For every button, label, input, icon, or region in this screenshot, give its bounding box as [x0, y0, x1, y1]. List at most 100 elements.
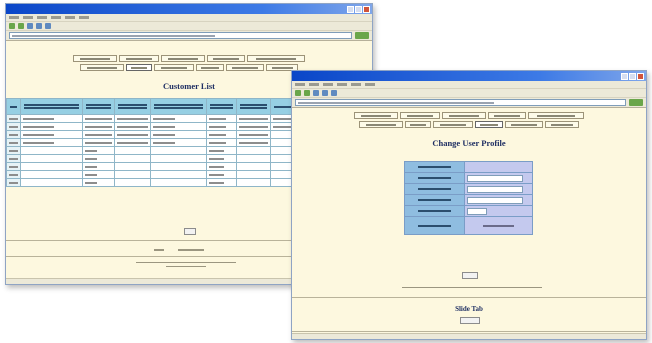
nav-button[interactable] — [488, 112, 526, 119]
form-label — [404, 216, 465, 235]
column-header — [20, 98, 83, 115]
column-header — [236, 98, 271, 115]
form-row — [404, 161, 533, 173]
go-icon[interactable] — [355, 32, 369, 39]
form-row — [404, 205, 533, 217]
nav-button[interactable] — [528, 112, 584, 119]
nav-button[interactable] — [226, 64, 264, 71]
window-titlebar — [292, 71, 646, 81]
window-minimize-icon[interactable] — [347, 5, 354, 13]
nav-button[interactable] — [196, 64, 224, 71]
nav-button[interactable] — [154, 64, 194, 71]
form-label — [404, 161, 465, 173]
form-label — [404, 183, 465, 195]
column-header — [82, 98, 115, 115]
text-field[interactable] — [467, 185, 523, 193]
page-content: Change User Profile Slide Tab — [292, 109, 646, 339]
dropdown-field[interactable] — [467, 207, 487, 215]
menu-item[interactable] — [51, 16, 61, 19]
menu-item[interactable] — [23, 16, 33, 19]
menu-bar — [6, 14, 372, 22]
nav-button[interactable] — [545, 121, 579, 128]
nav-button[interactable] — [400, 112, 440, 119]
nav-row-top — [292, 112, 646, 119]
back-icon[interactable] — [9, 23, 15, 29]
status-bar — [292, 333, 646, 339]
menu-item[interactable] — [309, 83, 319, 86]
profile-form — [404, 161, 533, 235]
form-row — [404, 194, 533, 206]
footer-link[interactable] — [154, 249, 164, 251]
forward-icon[interactable] — [18, 23, 24, 29]
nav-button[interactable] — [433, 121, 473, 128]
toolbar-icon[interactable] — [331, 90, 337, 96]
browser-toolbar — [6, 22, 372, 31]
toolbar-icon[interactable] — [313, 90, 319, 96]
nav-button-active[interactable] — [126, 64, 152, 71]
form-row — [404, 172, 533, 184]
column-header — [114, 98, 151, 115]
window-close-icon[interactable] — [637, 72, 644, 80]
footer-link[interactable] — [178, 249, 204, 251]
toolbar-icon[interactable] — [27, 23, 33, 29]
change-user-profile-window: Change User Profile Slide Tab — [291, 70, 647, 340]
back-icon[interactable] — [295, 90, 301, 96]
form-label — [404, 205, 465, 217]
nav-button[interactable] — [359, 121, 403, 128]
footer-text — [166, 266, 206, 267]
menu-item[interactable] — [323, 83, 333, 86]
menu-item[interactable] — [37, 16, 47, 19]
address-bar — [292, 98, 646, 108]
toolbar-icon[interactable] — [322, 90, 328, 96]
section-button[interactable] — [460, 317, 480, 324]
form-value — [464, 161, 533, 173]
nav-button[interactable] — [442, 112, 486, 119]
nav-button[interactable] — [73, 55, 117, 62]
url-input[interactable] — [9, 32, 352, 39]
go-icon[interactable] — [629, 99, 643, 106]
menu-item[interactable] — [295, 83, 305, 86]
window-titlebar — [6, 4, 372, 14]
nav-button[interactable] — [247, 55, 305, 62]
form-label — [404, 172, 465, 184]
menu-item[interactable] — [351, 83, 361, 86]
text-field[interactable] — [467, 174, 523, 182]
nav-button[interactable] — [354, 112, 398, 119]
text-field[interactable] — [467, 196, 523, 204]
nav-button-active[interactable] — [475, 121, 503, 128]
nav-button[interactable] — [505, 121, 543, 128]
nav-row-bottom — [292, 121, 646, 128]
nav-row-top — [6, 55, 372, 62]
nav-button[interactable] — [161, 55, 205, 62]
form-row — [404, 183, 533, 195]
window-close-icon[interactable] — [363, 5, 370, 13]
nav-button[interactable] — [405, 121, 431, 128]
menu-item[interactable] — [65, 16, 75, 19]
menu-bar — [292, 81, 646, 89]
window-minimize-icon[interactable] — [621, 72, 628, 80]
toolbar-icon[interactable] — [36, 23, 42, 29]
submit-button[interactable] — [462, 272, 478, 279]
browser-toolbar — [292, 89, 646, 98]
divider — [292, 297, 646, 298]
form-label — [404, 194, 465, 206]
nav-button[interactable] — [119, 55, 159, 62]
menu-item[interactable] — [337, 83, 347, 86]
column-header — [150, 98, 207, 115]
pager-button[interactable] — [184, 228, 196, 235]
nav-button[interactable] — [207, 55, 245, 62]
footer-text — [136, 262, 236, 263]
toolbar-icon[interactable] — [45, 23, 51, 29]
form-row — [404, 216, 533, 235]
nav-button[interactable] — [80, 64, 124, 71]
url-input[interactable] — [295, 99, 626, 106]
column-header — [6, 98, 21, 115]
menu-item[interactable] — [9, 16, 19, 19]
window-maximize-icon[interactable] — [629, 72, 636, 80]
menu-item[interactable] — [79, 16, 89, 19]
forward-icon[interactable] — [304, 90, 310, 96]
menu-item[interactable] — [365, 83, 375, 86]
column-header — [206, 98, 237, 115]
window-maximize-icon[interactable] — [355, 5, 362, 13]
info-text — [402, 287, 542, 288]
